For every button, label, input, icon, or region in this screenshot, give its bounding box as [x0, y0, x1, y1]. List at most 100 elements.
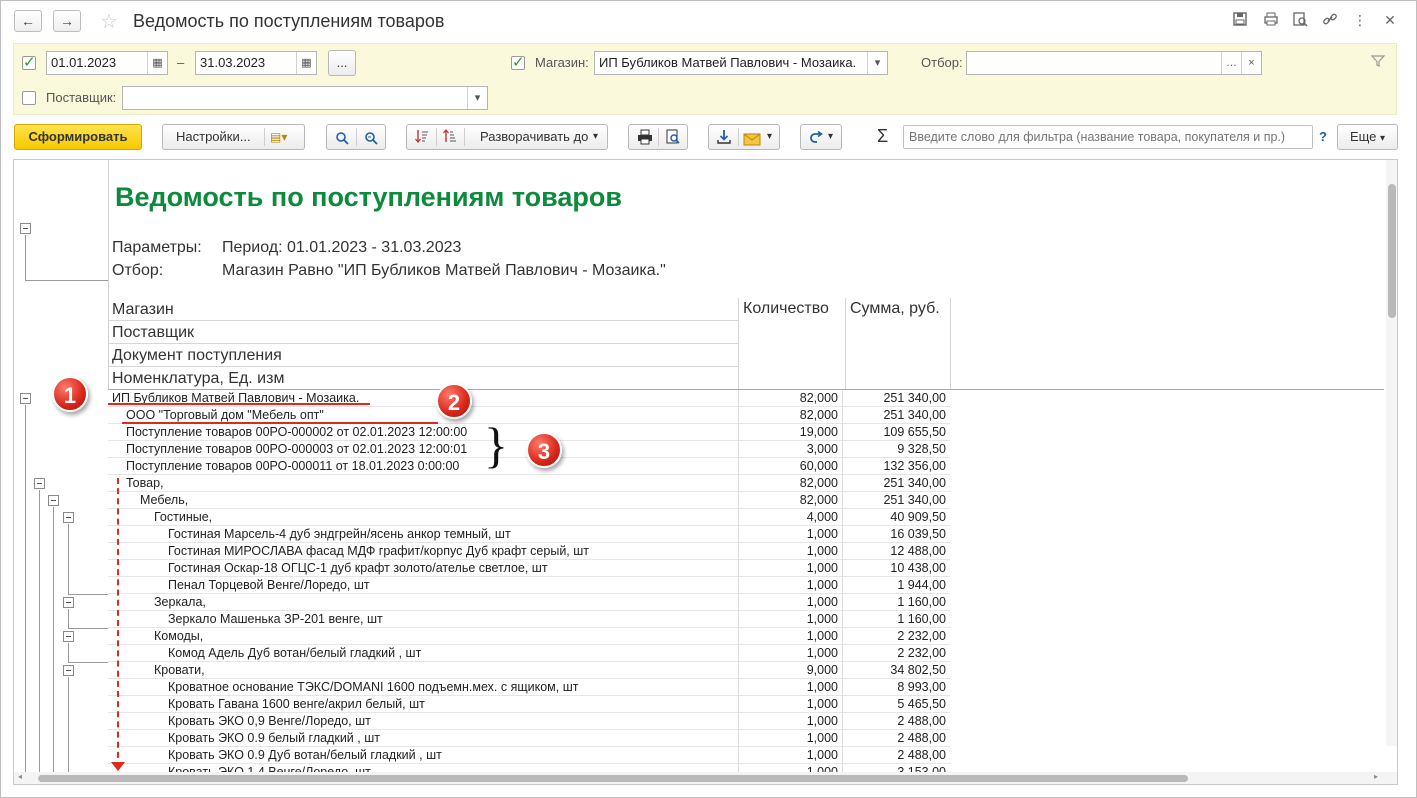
store-label: Магазин:: [535, 55, 589, 70]
help-icon[interactable]: ?: [1319, 129, 1327, 144]
more-menu-icon[interactable]: ⋮: [1351, 11, 1369, 29]
collapse-header-icon[interactable]: [20, 223, 31, 234]
table-row[interactable]: Гостиная Марсель-4 дуб эндгрейн/ясень ан…: [108, 526, 950, 543]
scroll-right-icon[interactable]: ▸: [1374, 772, 1378, 781]
supplier-select[interactable]: ▾: [122, 86, 488, 110]
table-row[interactable]: Кроватное основание ТЭКС/DOMANI 1600 под…: [108, 679, 950, 696]
horizontal-scrollbar[interactable]: ◂ ▸: [14, 772, 1397, 784]
report-search-input[interactable]: [903, 125, 1313, 149]
calendar-icon[interactable]: ▦: [147, 52, 167, 74]
sort-asc-icon[interactable]: [414, 128, 430, 152]
store-select[interactable]: ИП Бубликов Матвей Павлович - Мозаика. ▾: [594, 51, 888, 75]
collapse-living-rooms-icon[interactable]: [63, 512, 74, 523]
chevron-down-icon[interactable]: ▾: [867, 52, 887, 74]
table-row[interactable]: Товар, 82,000 251 340,00: [108, 475, 950, 492]
search-next-icon[interactable]: [363, 129, 379, 153]
more-label: Еще: [1349, 129, 1377, 144]
row-qty: 1,000: [738, 577, 842, 594]
report-sheet[interactable]: Ведомость по поступлениям товаров Параме…: [13, 159, 1398, 785]
vertical-scroll-thumb[interactable]: [1388, 184, 1396, 318]
collapse-mirrors-icon[interactable]: [63, 597, 74, 608]
row-name: Поступление товаров 00РО-000002 от 02.01…: [126, 425, 468, 439]
table-row[interactable]: Зеркало Машенька ЗР-201 венге, шт 1,000 1 …: [108, 611, 950, 628]
table-row[interactable]: Мебель, 82,000 251 340,00: [108, 492, 950, 509]
link-icon[interactable]: [1321, 11, 1339, 29]
chevron-down-icon: ▾: [1380, 133, 1386, 144]
row-sum: 2 232,00: [842, 645, 950, 662]
generate-button[interactable]: Сформировать: [14, 124, 142, 150]
collapse-beds-icon[interactable]: [63, 665, 74, 676]
period-to-input[interactable]: 31.03.2023 ▦: [195, 51, 317, 75]
table-row[interactable]: Кровать ЭКО 0.9 белый гладкий , шт 1,000 2…: [108, 730, 950, 747]
close-icon[interactable]: ✕: [1381, 11, 1399, 29]
row-qty: 1,000: [738, 543, 842, 560]
favorite-star-icon[interactable]: ☆: [100, 9, 118, 34]
table-row[interactable]: Комоды, 1,000 2 232,00: [108, 628, 950, 645]
selection-input[interactable]: … ×: [966, 51, 1262, 75]
download-icon[interactable]: [716, 129, 732, 153]
row-qty: 1,000: [738, 730, 842, 747]
navigation-button[interactable]: ▾: [800, 124, 842, 150]
chevron-down-icon[interactable]: ▾: [767, 125, 772, 149]
collapse-store-icon[interactable]: [20, 393, 31, 404]
annotation-brace: }: [484, 417, 508, 473]
selection-more-icon[interactable]: …: [1221, 52, 1241, 74]
supplier-checkbox[interactable]: [22, 91, 36, 105]
collapse-furniture-icon[interactable]: [48, 495, 59, 506]
header-store: Магазин: [108, 298, 738, 321]
clear-icon[interactable]: ×: [1241, 52, 1261, 74]
table-row[interactable]: Гостиная МИРОСЛАВА фасад МДФ графит/корп…: [108, 543, 950, 560]
print-icon[interactable]: [637, 129, 653, 153]
more-button[interactable]: Еще ▾: [1337, 124, 1398, 150]
expand-to-label[interactable]: Разворачивать до: [480, 125, 588, 149]
settings-button[interactable]: Настройки... ▤▾: [162, 124, 305, 150]
period-checkbox[interactable]: [22, 53, 36, 71]
calendar-icon[interactable]: ▦: [296, 52, 316, 74]
table-row[interactable]: Комод Адель Дуб вотан/белый гладкий , шт…: [108, 645, 950, 662]
row-sum: 1 944,00: [842, 577, 950, 594]
store-checkbox[interactable]: [511, 53, 525, 71]
table-row[interactable]: Кровать Гавана 1600 венге/акрил белый, ш…: [108, 696, 950, 713]
row-qty: 1,000: [738, 713, 842, 730]
collapse-dressers-icon[interactable]: [63, 631, 74, 642]
row-sum: 2 488,00: [842, 713, 950, 730]
chevron-down-icon[interactable]: ▾: [467, 87, 487, 109]
chevron-down-icon[interactable]: ▾: [593, 125, 598, 149]
scroll-left-icon[interactable]: ◂: [18, 772, 22, 781]
print-preview-icon[interactable]: [665, 129, 681, 153]
sum-sigma-icon[interactable]: Σ: [877, 126, 888, 147]
header-nomenclature: Номенклатура, Ед. изм: [108, 367, 738, 390]
sort-desc-icon[interactable]: [442, 128, 458, 152]
filter-funnel-icon[interactable]: [1370, 54, 1386, 71]
table-row[interactable]: Пенал Торцевой Венге/Лоредо, шт 1,000 1 94…: [108, 577, 950, 594]
table-row[interactable]: Гостиные, 4,000 40 909,50: [108, 509, 950, 526]
variant-icon[interactable]: ▤▾: [270, 125, 287, 149]
preview-icon[interactable]: [1291, 11, 1309, 29]
row-qty: 1,000: [738, 747, 842, 764]
row-qty: 1,000: [738, 560, 842, 577]
table-row[interactable]: Зеркала, 1,000 1 160,00: [108, 594, 950, 611]
forward-button[interactable]: →: [53, 10, 81, 32]
print-icon[interactable]: [1262, 11, 1280, 29]
back-button[interactable]: ←: [14, 10, 42, 32]
horizontal-scroll-thumb[interactable]: [38, 775, 1188, 782]
table-row[interactable]: Кровать ЭКО 0,9 Венге/Лоредо, шт 1,000 2 4…: [108, 713, 950, 730]
header-sum: Сумма, руб.: [845, 298, 951, 390]
vertical-scrollbar[interactable]: [1386, 160, 1397, 746]
row-qty: 1,000: [738, 526, 842, 543]
search-icon[interactable]: [335, 129, 349, 153]
table-row[interactable]: Кровати, 9,000 34 802,50: [108, 662, 950, 679]
save-icon[interactable]: [1231, 11, 1249, 29]
table-row[interactable]: Гостиная Оскар-18 ОГЦС-1 дуб крафт золот…: [108, 560, 950, 577]
row-name: Зеркала,: [154, 595, 206, 609]
period-to-value: 31.03.2023: [200, 55, 266, 70]
annotation-underline-2: [122, 422, 438, 424]
mail-icon[interactable]: [743, 130, 761, 154]
period-from-input[interactable]: 01.01.2023 ▦: [46, 51, 168, 75]
row-sum: 109 655,50: [842, 424, 950, 441]
collapse-product-icon[interactable]: [34, 478, 45, 489]
table-row[interactable]: Кровать ЭКО 0.9 Дуб вотан/белый гладкий …: [108, 747, 950, 764]
period-select-button[interactable]: ...: [328, 50, 356, 76]
row-qty: 9,000: [738, 662, 842, 679]
row-sum: 34 802,50: [842, 662, 950, 679]
